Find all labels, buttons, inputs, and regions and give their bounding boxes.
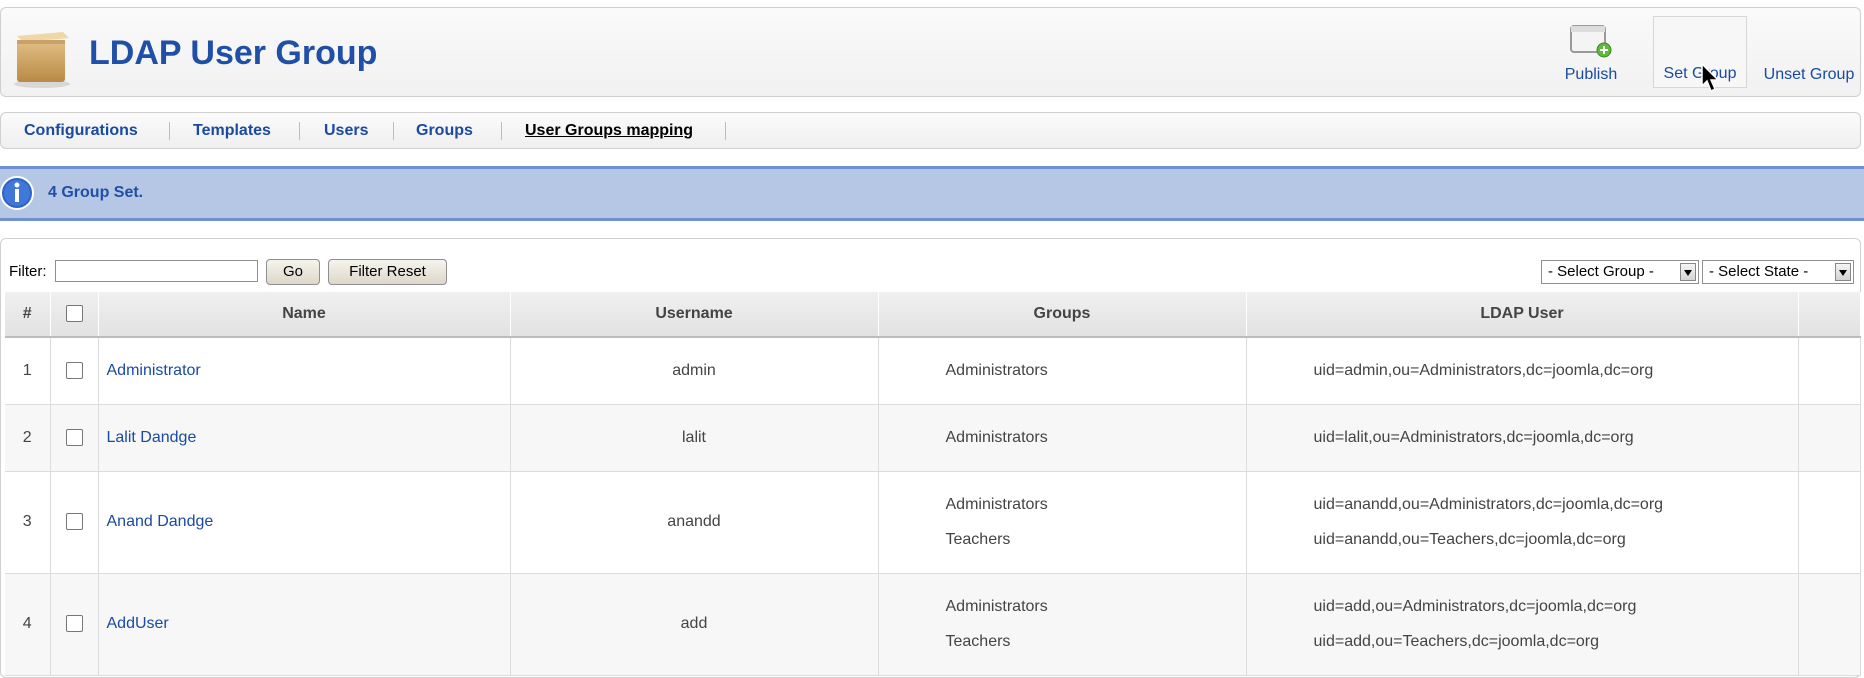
info-icon — [0, 175, 38, 218]
group-name: Teachers — [945, 633, 1011, 650]
select-state-value: - Select State - — [1709, 263, 1809, 280]
groups-cell: Administrators — [878, 404, 1247, 472]
group-name: Administrators — [945, 598, 1048, 615]
package-box-icon — [11, 22, 73, 88]
tab-templates[interactable]: Templates — [193, 113, 271, 148]
username-cell: add — [510, 573, 879, 676]
col-header-username[interactable]: Username — [510, 292, 879, 338]
table-row: 4 AddUser add Administrators Teachers ui… — [5, 573, 1861, 676]
row-number: 4 — [5, 573, 51, 676]
user-name-link[interactable]: Administrator — [100, 362, 201, 379]
select-state-dropdown[interactable]: - Select State - — [1702, 260, 1854, 284]
ldap-dn: uid=admin,ou=Administrators,dc=joomla,dc… — [1313, 362, 1654, 380]
group-name: Administrators — [945, 362, 1048, 380]
empty-cell — [1798, 573, 1861, 676]
submenu-tabs: Configurations Templates Users Groups Us… — [0, 112, 1861, 149]
publish-icon — [1569, 24, 1613, 63]
username-cell: anandd — [510, 471, 879, 574]
row-number: 3 — [5, 471, 51, 574]
name-cell: AddUser — [98, 573, 511, 676]
groups-cell: Administrators — [878, 337, 1247, 405]
row-checkbox-cell — [50, 471, 99, 574]
name-cell: Anand Dandge — [98, 471, 511, 574]
ldap-cell: uid=admin,ou=Administrators,dc=joomla,dc… — [1246, 337, 1799, 405]
col-header-num: # — [5, 292, 51, 338]
table-header-row: # Name Username Groups LDAP User — [5, 292, 1861, 338]
select-group-dropdown[interactable]: - Select Group - — [1541, 260, 1699, 284]
row-checkbox[interactable] — [65, 615, 83, 633]
empty-cell — [1798, 337, 1861, 405]
publish-label: Publish — [1564, 66, 1618, 83]
mouse-cursor-icon — [1701, 63, 1720, 93]
groups-cell: Administrators Teachers — [878, 573, 1247, 676]
row-checkbox-cell — [50, 404, 99, 472]
tab-user-groups-mapping[interactable]: User Groups mapping — [525, 113, 693, 148]
tab-groups[interactable]: Groups — [416, 113, 473, 148]
tab-users[interactable]: Users — [324, 113, 368, 148]
publish-button[interactable]: Publish — [1554, 8, 1628, 96]
col-header-checkbox — [50, 292, 99, 338]
set-group-button[interactable]: Set Group — [1653, 16, 1747, 88]
col-header-empty — [1798, 292, 1861, 338]
select-all-checkbox[interactable] — [65, 305, 83, 323]
message-text: 4 Group Set. — [48, 184, 144, 201]
row-checkbox[interactable] — [65, 428, 83, 446]
filter-label: Filter: — [9, 263, 47, 280]
ldap-dn: uid=add,ou=Teachers,dc=joomla,dc=org — [1313, 633, 1600, 650]
user-name-link[interactable]: Anand Dandge — [100, 513, 214, 530]
empty-cell — [1798, 404, 1861, 472]
group-name: Administrators — [945, 429, 1048, 446]
name-cell: Lalit Dandge — [98, 404, 511, 472]
go-button[interactable]: Go — [266, 259, 320, 285]
group-name: Teachers — [945, 531, 1011, 548]
ldap-dn: uid=add,ou=Administrators,dc=joomla,dc=o… — [1313, 598, 1637, 615]
row-checkbox-cell — [50, 573, 99, 676]
tab-separator — [725, 122, 726, 140]
table-row: 3 Anand Dandge anandd Administrators Tea… — [5, 471, 1861, 574]
ldap-cell: uid=lalit,ou=Administrators,dc=joomla,dc… — [1246, 404, 1799, 472]
username-cell: admin — [510, 337, 879, 405]
filter-input[interactable] — [55, 260, 258, 282]
row-checkbox[interactable] — [65, 362, 83, 380]
user-groups-table: # Name Username Groups LDAP User 1 Admin… — [5, 292, 1861, 676]
ldap-dn: uid=anandd,ou=Teachers,dc=joomla,dc=org — [1313, 531, 1626, 548]
select-group-value: - Select Group - — [1548, 263, 1654, 280]
page-title: LDAP User Group — [89, 34, 378, 72]
row-number: 2 — [5, 404, 51, 472]
row-number: 1 — [5, 337, 51, 405]
col-header-groups[interactable]: Groups — [878, 292, 1247, 338]
table-row: 1 Administrator admin Administrators uid… — [5, 337, 1861, 405]
unset-group-label: Unset Group — [1763, 66, 1855, 83]
tab-configurations[interactable]: Configurations — [24, 113, 138, 148]
ldap-dn: uid=lalit,ou=Administrators,dc=joomla,dc… — [1313, 429, 1634, 446]
name-cell: Administrator — [98, 337, 511, 405]
row-checkbox[interactable] — [65, 513, 83, 531]
col-header-name[interactable]: Name — [98, 292, 511, 338]
set-group-label: Set Group — [1663, 65, 1737, 82]
tab-separator — [501, 122, 502, 140]
unset-group-button[interactable]: Unset Group — [1757, 8, 1861, 96]
user-name-link[interactable]: AddUser — [100, 615, 169, 632]
ldap-cell: uid=add,ou=Administrators,dc=joomla,dc=o… — [1246, 573, 1799, 676]
username-cell: lalit — [510, 404, 879, 472]
tab-separator — [169, 122, 170, 140]
ldap-dn: uid=anandd,ou=Administrators,dc=joomla,d… — [1313, 496, 1664, 513]
group-name: Administrators — [945, 496, 1048, 513]
system-message: 4 Group Set. — [0, 166, 1864, 221]
filter-reset-button[interactable]: Filter Reset — [328, 259, 447, 285]
tab-separator — [299, 122, 300, 140]
table-row: 2 Lalit Dandge lalit Administrators uid=… — [5, 404, 1861, 472]
empty-cell — [1798, 471, 1861, 574]
user-name-link[interactable]: Lalit Dandge — [100, 429, 197, 446]
chevron-down-icon — [1680, 263, 1696, 281]
groups-cell: Administrators Teachers — [878, 471, 1247, 574]
col-header-ldap-user[interactable]: LDAP User — [1246, 292, 1799, 338]
chevron-down-icon — [1835, 263, 1851, 281]
ldap-cell: uid=anandd,ou=Administrators,dc=joomla,d… — [1246, 471, 1799, 574]
tab-separator — [393, 122, 394, 140]
row-checkbox-cell — [50, 337, 99, 405]
toolbar-header: LDAP User Group Publish Set Group Unset … — [0, 7, 1861, 97]
